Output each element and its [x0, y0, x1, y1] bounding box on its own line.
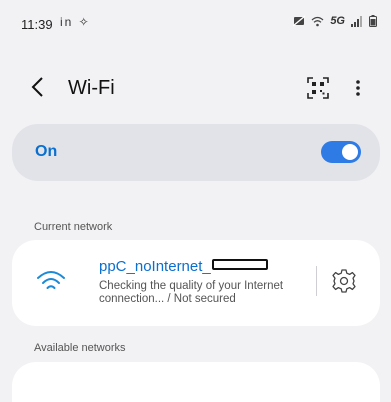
toggle-knob [342, 144, 358, 160]
network-name-text: ppC_noInternet_ [99, 258, 211, 275]
status-time: 11:39 [21, 17, 53, 32]
wifi-toggle-label: On [35, 143, 58, 160]
wifi-toggle-switch[interactable] [321, 141, 361, 163]
network-status: Checking the quality of your Internet co… [99, 280, 284, 305]
signal-icon [351, 15, 362, 27]
status-notification-icons: in ✧ [60, 15, 91, 29]
status-right-icons: 5G [293, 15, 377, 27]
redaction-mark [211, 258, 268, 270]
wifi-status-icon [311, 16, 324, 26]
qr-scan-icon[interactable] [306, 76, 330, 100]
current-network-card[interactable]: ppC_noInternet_ Checking the quality of … [12, 240, 380, 326]
more-options-icon[interactable] [350, 76, 366, 100]
battery-icon [369, 15, 377, 27]
page-title: Wi-Fi [68, 77, 115, 99]
available-network-card[interactable] [12, 362, 380, 402]
network-type-label: 5G [330, 15, 345, 27]
header: Wi-Fi [0, 68, 391, 108]
current-network-section-label: Current network [34, 221, 113, 233]
back-button[interactable] [28, 74, 48, 100]
divider [316, 266, 317, 296]
wifi-icon [37, 271, 65, 289]
mute-icon [293, 15, 306, 27]
available-networks-section-label: Available networks [34, 342, 126, 354]
network-name: ppC_noInternet_ [99, 258, 268, 275]
wifi-toggle-card[interactable]: On [12, 124, 380, 181]
gear-icon[interactable] [331, 268, 357, 294]
status-bar: 11:39 in ✧ 5G [0, 0, 391, 40]
